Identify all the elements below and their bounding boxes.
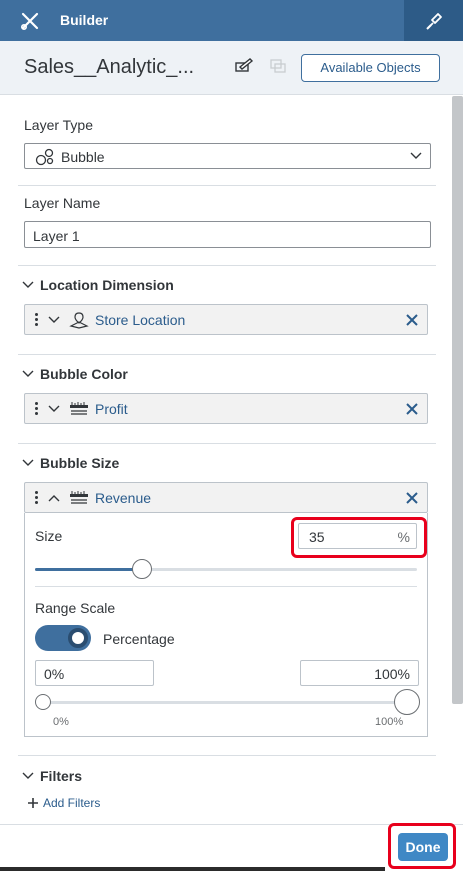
chevron-down-icon[interactable] (22, 281, 34, 289)
bubble-size-token[interactable]: Revenue (24, 482, 428, 513)
drag-handle-icon[interactable] (35, 313, 38, 327)
edit-icon[interactable] (234, 57, 254, 75)
top-bar: Builder (0, 0, 463, 41)
divider (18, 443, 436, 444)
chevron-down-icon[interactable] (47, 402, 61, 416)
done-button-highlight (388, 823, 456, 869)
divider (18, 354, 436, 355)
bubble-color-title[interactable]: Bubble Color (40, 366, 128, 382)
divider (35, 586, 417, 587)
copy-icon (270, 59, 286, 73)
toggle-knob (68, 628, 88, 648)
plus-icon (28, 798, 38, 808)
close-icon[interactable] (405, 313, 419, 327)
drag-handle-icon[interactable] (35, 402, 38, 416)
close-icon[interactable] (405, 491, 419, 505)
app-title: Builder (60, 12, 109, 28)
measure-icon (70, 402, 88, 415)
divider (18, 265, 436, 266)
panel-scrollbar[interactable] (452, 96, 463, 704)
designer-toggle-button[interactable] (404, 0, 463, 41)
layer-name-value: Layer 1 (33, 228, 80, 244)
size-slider-fill (35, 568, 142, 571)
chevron-down-icon[interactable] (22, 772, 34, 780)
range-max-tick: 100% (375, 716, 404, 728)
range-slider-track[interactable] (42, 701, 408, 704)
layer-name-input[interactable]: Layer 1 (24, 221, 431, 248)
percentage-label: Percentage (103, 631, 175, 647)
location-dimension-title[interactable]: Location Dimension (40, 277, 174, 293)
chevron-up-icon[interactable] (47, 491, 61, 505)
bubble-color-value: Profit (95, 401, 128, 417)
location-dimension-token[interactable]: Store Location (24, 304, 428, 335)
range-min-handle[interactable] (35, 694, 51, 710)
location-pin-icon (69, 312, 89, 329)
bubble-size-title[interactable]: Bubble Size (40, 455, 119, 471)
percentage-toggle[interactable] (35, 625, 91, 651)
layer-type-label: Layer Type (24, 117, 94, 133)
paint-brush-icon (426, 13, 442, 30)
filters-title[interactable]: Filters (40, 768, 82, 784)
range-min-value: 0% (44, 666, 65, 682)
size-slider-handle[interactable] (131, 559, 152, 579)
range-max-handle[interactable] (394, 689, 420, 715)
divider (18, 185, 436, 186)
bubble-color-token[interactable]: Profit (24, 393, 428, 424)
bottom-edge (0, 867, 385, 871)
layer-type-value: Bubble (61, 149, 105, 165)
size-input-highlight (291, 517, 427, 558)
chevron-down-icon[interactable] (47, 313, 61, 327)
divider (18, 755, 436, 756)
range-scale-label: Range Scale (35, 600, 116, 616)
builder-header: Sales__Analytic_... Available Objects (0, 41, 463, 95)
range-min-tick: 0% (53, 716, 69, 728)
layer-type-select[interactable]: Bubble (24, 143, 431, 169)
model-name: Sales__Analytic_... (24, 56, 195, 78)
size-label: Size (35, 528, 63, 544)
measure-icon (70, 491, 88, 504)
range-max-value: 100% (374, 666, 410, 682)
chevron-down-icon[interactable] (22, 370, 34, 378)
range-max-input[interactable]: 100% (300, 660, 419, 686)
available-objects-button[interactable]: Available Objects (301, 54, 440, 82)
layer-name-label: Layer Name (24, 195, 101, 211)
drag-handle-icon[interactable] (35, 491, 38, 505)
bubble-size-value: Revenue (95, 490, 152, 506)
bubble-icon (35, 148, 54, 166)
chevron-down-icon (410, 152, 422, 159)
tools-icon (20, 12, 39, 31)
location-dimension-value: Store Location (95, 312, 186, 328)
close-icon[interactable] (405, 402, 419, 416)
add-filters-label: Add Filters (43, 796, 101, 810)
range-min-input[interactable]: 0% (35, 660, 154, 686)
chevron-down-icon[interactable] (22, 459, 34, 467)
